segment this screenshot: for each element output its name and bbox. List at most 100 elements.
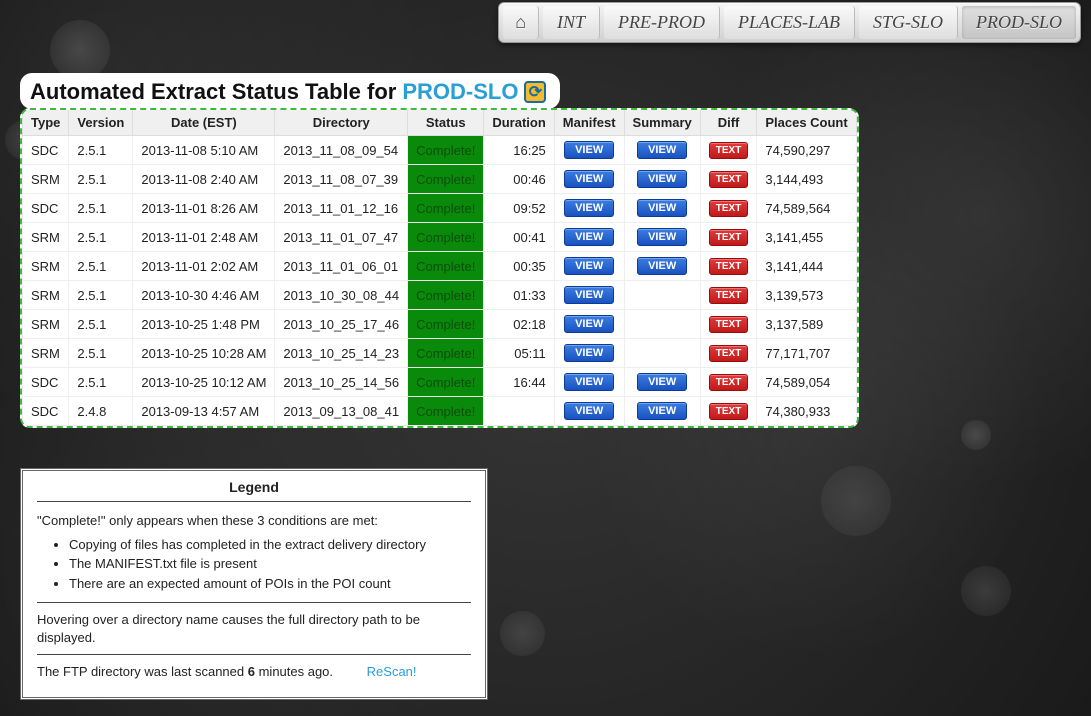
diff-text-button[interactable]: TEXT <box>709 142 749 159</box>
nav-tab-int[interactable]: INT <box>543 6 600 39</box>
summary-cell: VIEW <box>624 136 700 165</box>
cell: 02:18 <box>484 310 554 339</box>
summary-view-button[interactable]: VIEW <box>637 170 687 188</box>
legend-box: Legend "Complete!" only appears when the… <box>20 468 488 700</box>
cell: 2013-11-08 5:10 AM <box>133 136 275 165</box>
cell: SRM <box>23 281 69 310</box>
diff-text-button[interactable]: TEXT <box>709 258 749 275</box>
manifest-view-button[interactable]: VIEW <box>564 286 614 304</box>
status-cell: Complete! <box>408 194 484 223</box>
directory-cell[interactable]: 2013_11_08_07_39 <box>275 165 408 194</box>
diff-text-button[interactable]: TEXT <box>709 316 749 333</box>
diff-text-button[interactable]: TEXT <box>709 229 749 246</box>
directory-cell[interactable]: 2013_11_08_09_54 <box>275 136 408 165</box>
nav-tab-places-lab[interactable]: PLACES-LAB <box>724 6 855 39</box>
table-row: SRM2.5.12013-10-25 10:28 AM2013_10_25_14… <box>23 339 857 368</box>
manifest-cell: VIEW <box>554 223 624 252</box>
cell <box>484 397 554 426</box>
cell: 16:25 <box>484 136 554 165</box>
cell: 3,141,455 <box>757 223 856 252</box>
table-row: SRM2.5.12013-10-30 4:46 AM2013_10_30_08_… <box>23 281 857 310</box>
cell: 2.5.1 <box>69 223 133 252</box>
directory-cell[interactable]: 2013_11_01_12_16 <box>275 194 408 223</box>
summary-view-button[interactable]: VIEW <box>637 257 687 275</box>
summary-cell <box>624 339 700 368</box>
cell: SDC <box>23 397 69 426</box>
diff-cell: TEXT <box>700 281 757 310</box>
diff-text-button[interactable]: TEXT <box>709 403 749 420</box>
summary-view-button[interactable]: VIEW <box>637 228 687 246</box>
cell: 2.5.1 <box>69 310 133 339</box>
summary-cell: VIEW <box>624 252 700 281</box>
manifest-view-button[interactable]: VIEW <box>564 315 614 333</box>
cell: SDC <box>23 194 69 223</box>
manifest-view-button[interactable]: VIEW <box>564 257 614 275</box>
table-row: SRM2.5.12013-11-08 2:40 AM2013_11_08_07_… <box>23 165 857 194</box>
manifest-view-button[interactable]: VIEW <box>564 228 614 246</box>
nav-home[interactable]: ⌂ <box>503 6 539 39</box>
directory-cell[interactable]: 2013_09_13_08_41 <box>275 397 408 426</box>
heading-env: PROD-SLO <box>402 79 518 105</box>
diff-text-button[interactable]: TEXT <box>709 374 749 391</box>
diff-text-button[interactable]: TEXT <box>709 345 749 362</box>
directory-cell[interactable]: 2013_10_25_14_56 <box>275 368 408 397</box>
col-header: Type <box>23 110 69 136</box>
manifest-view-button[interactable]: VIEW <box>564 344 614 362</box>
status-cell: Complete! <box>408 368 484 397</box>
cell: SDC <box>23 368 69 397</box>
legend-conditions: Copying of files has completed in the ex… <box>69 536 471 593</box>
manifest-cell: VIEW <box>554 165 624 194</box>
manifest-cell: VIEW <box>554 310 624 339</box>
directory-cell[interactable]: 2013_11_01_06_01 <box>275 252 408 281</box>
diff-text-button[interactable]: TEXT <box>709 200 749 217</box>
diff-text-button[interactable]: TEXT <box>709 171 749 188</box>
cell: SRM <box>23 223 69 252</box>
summary-view-button[interactable]: VIEW <box>637 373 687 391</box>
manifest-view-button[interactable]: VIEW <box>564 170 614 188</box>
diff-cell: TEXT <box>700 397 757 426</box>
cell: 74,380,933 <box>757 397 856 426</box>
col-header: Manifest <box>554 110 624 136</box>
cell: 2013-11-01 2:02 AM <box>133 252 275 281</box>
cell: 3,144,493 <box>757 165 856 194</box>
cell: 2013-10-30 4:46 AM <box>133 281 275 310</box>
cell: 2013-10-25 10:12 AM <box>133 368 275 397</box>
status-table: TypeVersionDate (EST)DirectoryStatusDura… <box>22 110 857 426</box>
nav-tab-stg-slo[interactable]: STG-SLO <box>859 6 958 39</box>
summary-cell: VIEW <box>624 165 700 194</box>
cell: SRM <box>23 165 69 194</box>
heading-prefix: Automated Extract Status Table for <box>30 79 396 105</box>
col-header: Diff <box>700 110 757 136</box>
cell: 2.5.1 <box>69 368 133 397</box>
col-header: Directory <box>275 110 408 136</box>
summary-view-button[interactable]: VIEW <box>637 402 687 420</box>
rescan-link[interactable]: ReScan! <box>367 664 417 679</box>
legend-ftp: The FTP directory was last scanned 6 min… <box>37 663 471 681</box>
col-header: Version <box>69 110 133 136</box>
directory-cell[interactable]: 2013_10_25_14_23 <box>275 339 408 368</box>
directory-cell[interactable]: 2013_10_30_08_44 <box>275 281 408 310</box>
status-cell: Complete! <box>408 165 484 194</box>
summary-cell <box>624 281 700 310</box>
cell: SRM <box>23 339 69 368</box>
directory-cell[interactable]: 2013_11_01_07_47 <box>275 223 408 252</box>
legend-condition: There are an expected amount of POIs in … <box>69 575 471 593</box>
summary-view-button[interactable]: VIEW <box>637 199 687 217</box>
manifest-view-button[interactable]: VIEW <box>564 402 614 420</box>
manifest-view-button[interactable]: VIEW <box>564 141 614 159</box>
diff-cell: TEXT <box>700 223 757 252</box>
table-row: SDC2.5.12013-11-01 8:26 AM2013_11_01_12_… <box>23 194 857 223</box>
nav-tab-pre-prod[interactable]: PRE-PROD <box>604 6 720 39</box>
diff-text-button[interactable]: TEXT <box>709 287 749 304</box>
status-cell: Complete! <box>408 310 484 339</box>
manifest-view-button[interactable]: VIEW <box>564 199 614 217</box>
col-header: Date (EST) <box>133 110 275 136</box>
cell: 09:52 <box>484 194 554 223</box>
manifest-view-button[interactable]: VIEW <box>564 373 614 391</box>
nav-tab-prod-slo[interactable]: PROD-SLO <box>962 6 1076 39</box>
summary-view-button[interactable]: VIEW <box>637 141 687 159</box>
refresh-icon[interactable]: ⟳ <box>524 81 546 103</box>
directory-cell[interactable]: 2013_10_25_17_46 <box>275 310 408 339</box>
manifest-cell: VIEW <box>554 252 624 281</box>
status-cell: Complete! <box>408 281 484 310</box>
